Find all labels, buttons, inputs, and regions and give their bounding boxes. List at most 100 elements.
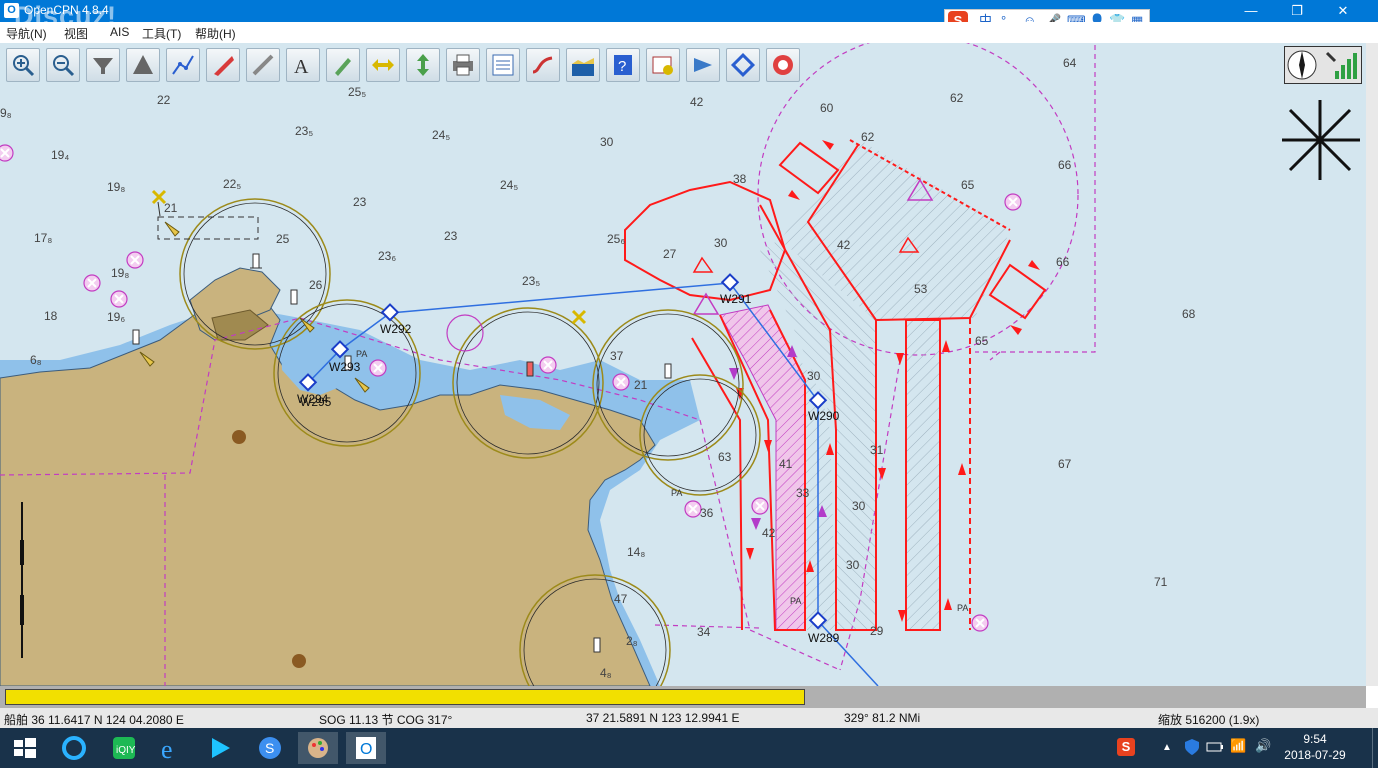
- sounding: 25₆: [607, 232, 625, 246]
- tray-expand-icon[interactable]: ▲: [1162, 742, 1172, 753]
- route-manager-button[interactable]: [486, 48, 520, 82]
- sounding: 2₈: [626, 634, 638, 648]
- close-button[interactable]: ✕: [1320, 0, 1366, 22]
- vertical-scrollbar[interactable]: [1366, 43, 1378, 686]
- tide-button[interactable]: [406, 48, 440, 82]
- sounding: 42: [762, 526, 776, 540]
- taskbar-app-sogou[interactable]: S: [250, 732, 290, 764]
- track-button[interactable]: [526, 48, 560, 82]
- sounding: 26: [309, 278, 323, 292]
- svg-text:PA: PA: [957, 603, 968, 613]
- sounding: 65: [975, 334, 989, 348]
- network-icon[interactable]: 📶: [1230, 738, 1246, 754]
- menu-navigate[interactable]: 导航(N): [6, 25, 47, 42]
- taskbar-app-paint[interactable]: [298, 732, 338, 764]
- settings-button[interactable]: [646, 48, 680, 82]
- shield-icon[interactable]: [1184, 738, 1200, 759]
- nautical-chart-svg[interactable]: 22 25₅ 24₅ 23₅ 19₄ 19₈ 17₈ 22₅ 23 24₅ 30…: [0, 43, 1366, 686]
- sounding: 23₅: [295, 124, 313, 138]
- sounding: 31: [870, 443, 884, 457]
- waypoint-label: W292: [380, 322, 412, 336]
- opencpn-icon: O: [356, 737, 376, 759]
- sounding: 23: [444, 229, 458, 243]
- cursor-position: 37 21.5891 N 123 12.9941 E: [586, 711, 740, 725]
- chart-bar-icon: [572, 58, 594, 76]
- sounding: 67: [1058, 457, 1072, 471]
- chart-canvas[interactable]: 22 25₅ 24₅ 23₅ 19₄ 19₈ 17₈ 22₅ 23 24₅ 30…: [0, 43, 1366, 686]
- sounding: 34: [697, 625, 711, 639]
- sounding: 68: [1182, 307, 1196, 321]
- measure-button[interactable]: [246, 48, 280, 82]
- help-button[interactable]: ?: [606, 48, 640, 82]
- start-button[interactable]: [4, 732, 44, 764]
- sounding: 41: [779, 457, 793, 471]
- scale-in-button[interactable]: [86, 48, 120, 82]
- route-progress-strip: [0, 686, 1366, 708]
- taskbar-clock[interactable]: 9:54 2018-07-29: [1282, 731, 1348, 763]
- waypoint-label: W289: [808, 631, 840, 645]
- sounding: 42: [690, 95, 704, 109]
- bearing-distance: 329° 81.2 NMi: [844, 711, 921, 725]
- sounding: 63: [718, 450, 732, 464]
- follow-button[interactable]: [366, 48, 400, 82]
- help-icon: ?: [614, 55, 632, 75]
- sounding: 19₆: [107, 310, 125, 324]
- svg-text:e: e: [161, 735, 173, 764]
- zoom-in-button[interactable]: [6, 48, 40, 82]
- compass-icon: [1287, 50, 1357, 80]
- zoom-in-icon: [13, 55, 35, 77]
- menu-help[interactable]: 帮助(H): [195, 25, 236, 42]
- print-icon: [453, 54, 473, 76]
- video-player-icon: [212, 738, 230, 758]
- minimize-button[interactable]: —: [1228, 0, 1274, 22]
- mob-button[interactable]: [206, 48, 240, 82]
- sounding: 30: [600, 135, 614, 149]
- lifebuoy-icon: [773, 55, 793, 75]
- chart-bar-button[interactable]: [566, 48, 600, 82]
- route-button[interactable]: [166, 48, 200, 82]
- maximize-button[interactable]: ❐: [1274, 0, 1320, 22]
- boat-icon: [214, 56, 234, 76]
- sounding: 21: [634, 378, 648, 392]
- waypoint-button[interactable]: [726, 48, 760, 82]
- print-button[interactable]: [446, 48, 480, 82]
- ais-button[interactable]: [686, 48, 720, 82]
- draw-button[interactable]: [326, 48, 360, 82]
- battery-icon[interactable]: [1206, 740, 1224, 757]
- show-desktop-button[interactable]: [1372, 728, 1378, 768]
- menu-view[interactable]: 视图: [64, 25, 88, 42]
- measure-icon: [252, 54, 274, 76]
- taskbar-app-ie[interactable]: e: [152, 732, 192, 764]
- menu-tools[interactable]: 工具(T): [142, 25, 181, 42]
- route-icon: [172, 55, 194, 75]
- sounding: 66: [1058, 158, 1072, 172]
- sounding: 6₈: [30, 353, 42, 367]
- sounding: 19₄: [51, 148, 69, 162]
- taskbar-app-iqiyi[interactable]: iQIY: [104, 732, 144, 764]
- sounding: 24₅: [432, 128, 450, 142]
- sounding: 9₈: [0, 106, 12, 120]
- menu-ais[interactable]: AIS: [110, 25, 129, 39]
- taskbar-app-qq-browser[interactable]: [54, 732, 94, 764]
- scale-out-icon: [133, 55, 153, 74]
- zoom-out-button[interactable]: [46, 48, 80, 82]
- sounding: 29: [870, 624, 884, 638]
- sounding: 38: [733, 172, 747, 186]
- lifebuoy-button[interactable]: [766, 48, 800, 82]
- taskbar-app-video[interactable]: [200, 732, 240, 764]
- taskbar-app-opencpn[interactable]: O: [346, 732, 386, 764]
- volume-icon[interactable]: 🔊: [1255, 738, 1271, 754]
- svg-text:A: A: [294, 56, 309, 78]
- text-button[interactable]: A: [286, 48, 320, 82]
- scale-out-button[interactable]: [126, 48, 160, 82]
- sogou-tray-icon[interactable]: S: [1117, 738, 1135, 756]
- landmark-dot: [232, 430, 246, 444]
- status-bar: 船舶 36 11.6417 N 124 04.2080 E SOG 11.13 …: [0, 708, 1378, 728]
- route-manager-icon: [492, 54, 514, 76]
- sounding: 60: [820, 101, 834, 115]
- sog-cog: SOG 11.13 节 COG 317°: [319, 713, 453, 727]
- settings-icon: [652, 56, 673, 75]
- compass-widget[interactable]: [1284, 46, 1362, 84]
- svg-text:S: S: [265, 740, 274, 756]
- waypoint-label: W290: [808, 409, 840, 423]
